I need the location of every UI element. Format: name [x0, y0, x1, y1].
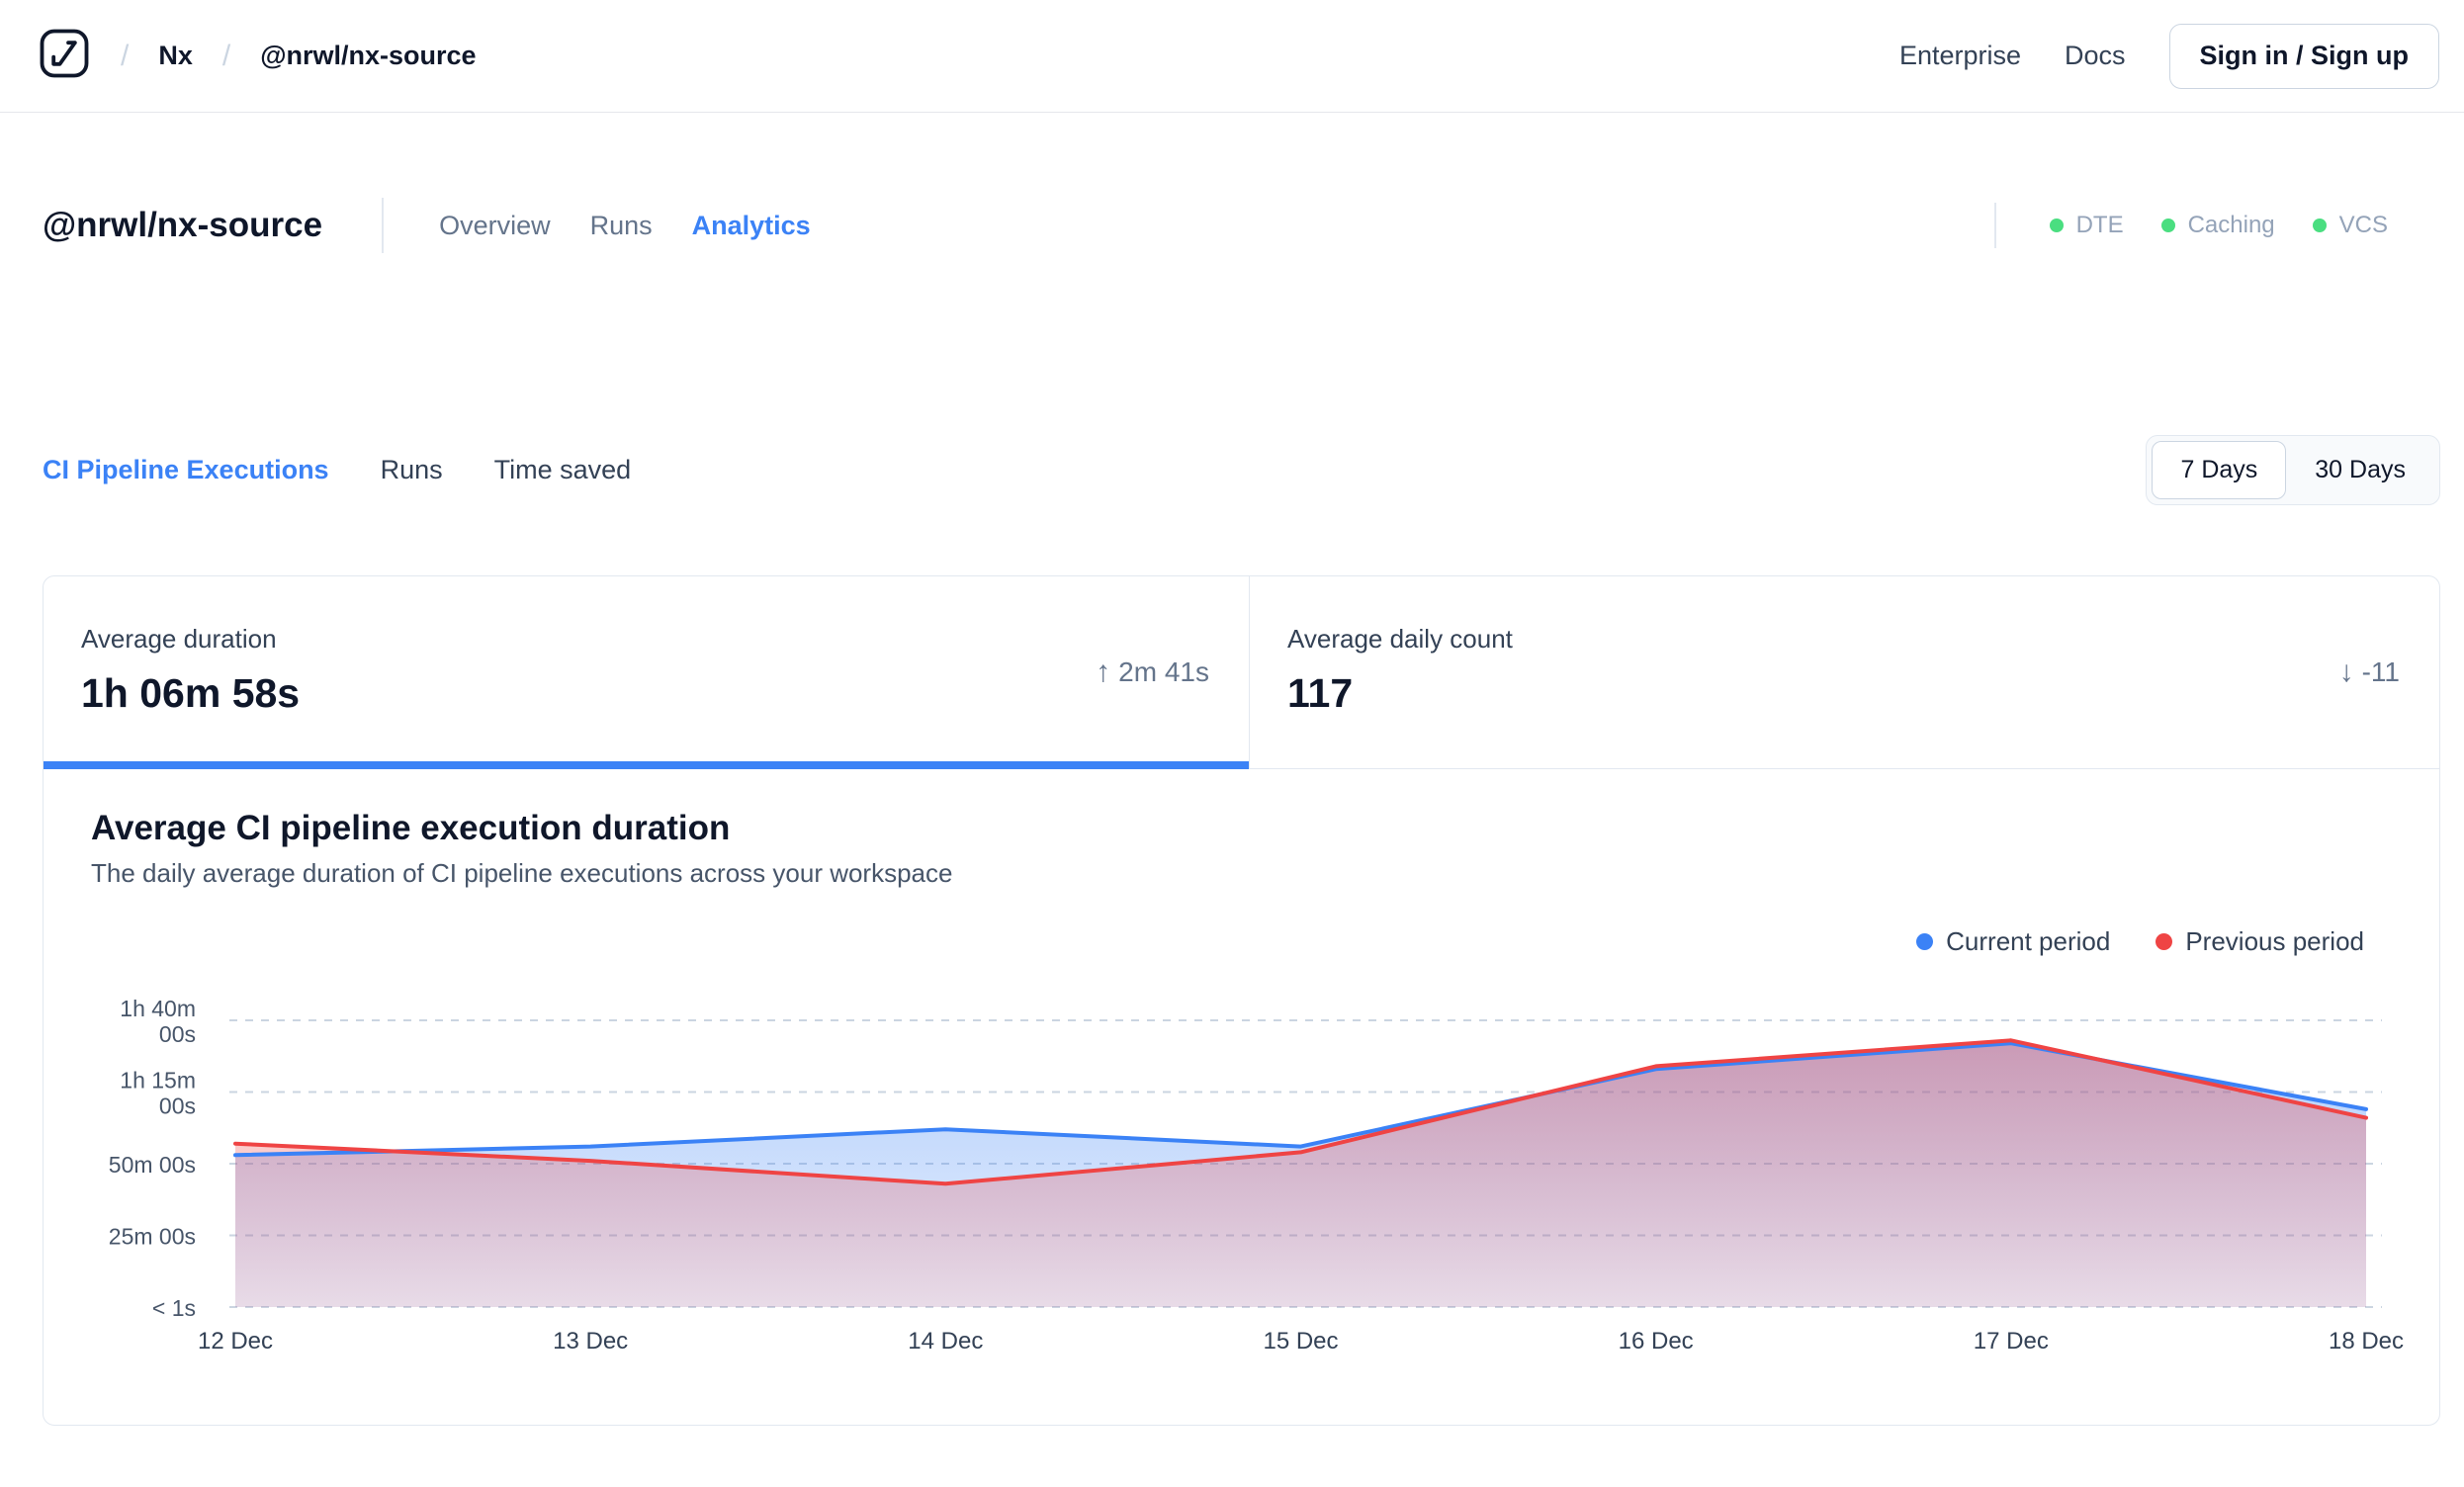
- legend-current-period: Current period: [1916, 926, 2110, 957]
- nx-logo[interactable]: [38, 27, 91, 85]
- tab-time-saved[interactable]: Time saved: [494, 455, 632, 485]
- stat-delta-value: -11: [2361, 656, 2400, 687]
- range-7-days[interactable]: 7 Days: [2152, 441, 2287, 499]
- top-nav-right: Enterprise Docs Sign in / Sign up: [1899, 23, 2439, 89]
- svg-text:15 Dec: 15 Dec: [1263, 1328, 1338, 1355]
- stat-value: 117: [1287, 670, 1354, 716]
- legend-previous-period: Previous period: [2156, 926, 2364, 957]
- workspace-status: DTE Caching VCS: [1993, 203, 2388, 248]
- chart-title: Average CI pipeline execution duration: [91, 809, 731, 847]
- svg-text:50m 00s: 50m 00s: [109, 1152, 196, 1178]
- chart-legend: Current period Previous period: [91, 926, 2364, 957]
- arrow-down-icon: ↓: [2338, 656, 2354, 688]
- stat-card-average-daily-count[interactable]: Average daily count 117 ↓ -11: [1250, 576, 2439, 768]
- workspace-header: @nrwl/nx-source Overview Runs Analytics …: [43, 198, 2388, 253]
- arrow-up-icon: ↑: [1096, 656, 1111, 688]
- svg-text:< 1s: < 1s: [152, 1295, 196, 1321]
- breadcrumb-repo[interactable]: @nrwl/nx-source: [260, 41, 476, 71]
- stat-delta-value: 2m 41s: [1118, 656, 1209, 687]
- status-label: VCS: [2338, 212, 2388, 238]
- analytics-tabs: CI Pipeline Executions Runs Time saved: [43, 455, 631, 485]
- svg-text:18 Dec: 18 Dec: [2329, 1328, 2404, 1355]
- analytics-panel: Average duration 1h 06m 58s ↑ 2m 41s Ave…: [43, 575, 2440, 1426]
- status-dot-icon: [2049, 219, 2064, 232]
- status-vcs: VCS: [2312, 212, 2388, 239]
- enterprise-link[interactable]: Enterprise: [1899, 41, 2021, 71]
- tab-ci-pipeline-executions[interactable]: CI Pipeline Executions: [43, 455, 329, 485]
- status-dot-icon: [2160, 219, 2175, 232]
- duration-chart: 1h 40m 00s 1h 15m 00s 50m 00s 25m 00s < 1s12 D…: [109, 996, 2404, 1355]
- breadcrumb-separator: /: [121, 39, 130, 72]
- chart-area: 1h 40m 00s 1h 15m 00s 50m 00s 25m 00s < 1s 12 D…: [91, 971, 2404, 1369]
- tab-overview[interactable]: Overview: [439, 211, 551, 241]
- stat-label: Average duration: [81, 624, 277, 654]
- stat-delta: ↓ -11: [2339, 656, 2400, 689]
- docs-link[interactable]: Docs: [2065, 41, 2126, 71]
- svg-text:14 Dec: 14 Dec: [908, 1328, 983, 1355]
- page-title: @nrwl/nx-source: [43, 206, 323, 244]
- breadcrumb-org[interactable]: Nx: [158, 41, 193, 71]
- stat-value: 1h 06m 58s: [81, 670, 301, 716]
- svg-text:17 Dec: 17 Dec: [1974, 1328, 2049, 1355]
- svg-text:1h 15m00s: 1h 15m 00s: [120, 1068, 196, 1119]
- active-card-indicator: [44, 761, 1249, 769]
- chart-subtitle: The daily average duration of CI pipelin…: [91, 858, 953, 888]
- status-label: Caching: [2187, 212, 2275, 238]
- tab-analytics-runs[interactable]: Runs: [381, 455, 443, 485]
- date-range-toggle: 7 Days 30 Days: [2146, 435, 2440, 505]
- analytics-toolbar: CI Pipeline Executions Runs Time saved 7…: [43, 435, 2440, 505]
- status-dot-icon: [2312, 219, 2327, 232]
- top-nav: / Nx / @nrwl/nx-source Enterprise Docs S…: [0, 0, 2464, 113]
- workspace-tabs: Overview Runs Analytics: [439, 211, 811, 241]
- nx-logo-icon: [38, 27, 91, 85]
- breadcrumb-separator: /: [221, 39, 231, 72]
- status-label: DTE: [2075, 212, 2124, 238]
- svg-text:25m 00s: 25m 00s: [109, 1224, 196, 1250]
- svg-text:13 Dec: 13 Dec: [553, 1328, 628, 1355]
- stat-label: Average daily count: [1287, 624, 1513, 654]
- sign-in-button[interactable]: Sign in / Sign up: [2168, 23, 2439, 89]
- svg-text:1h 40m00s: 1h 40m 00s: [120, 996, 196, 1047]
- legend-label: Current period: [1946, 926, 2111, 956]
- vertical-divider: [1993, 203, 1996, 248]
- legend-label: Previous period: [2185, 926, 2364, 956]
- tab-runs[interactable]: Runs: [590, 211, 653, 241]
- stat-cards: Average duration 1h 06m 58s ↑ 2m 41s Ave…: [44, 576, 2439, 769]
- stat-delta: ↑ 2m 41s: [1096, 656, 1209, 689]
- status-caching: Caching: [2160, 212, 2275, 239]
- range-30-days[interactable]: 30 Days: [2286, 441, 2434, 499]
- tab-analytics[interactable]: Analytics: [692, 211, 811, 241]
- legend-dot-icon: [1916, 933, 1934, 950]
- chart-section: Average CI pipeline execution duration T…: [44, 769, 2439, 1425]
- svg-text:12 Dec: 12 Dec: [198, 1328, 273, 1355]
- legend-dot-icon: [2156, 933, 2173, 950]
- vertical-divider: [382, 198, 385, 253]
- svg-text:16 Dec: 16 Dec: [1619, 1328, 1694, 1355]
- stat-card-average-duration[interactable]: Average duration 1h 06m 58s ↑ 2m 41s: [44, 576, 1250, 769]
- status-dte: DTE: [2049, 212, 2124, 239]
